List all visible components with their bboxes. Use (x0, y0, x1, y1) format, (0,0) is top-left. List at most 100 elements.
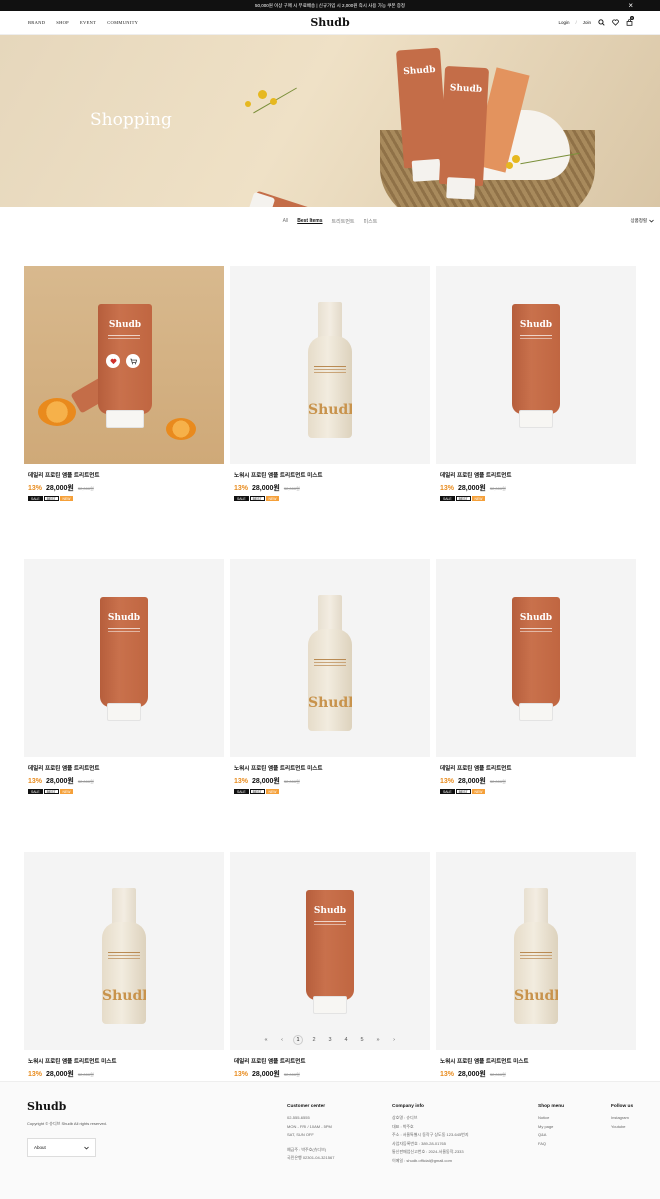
product-name[interactable]: 노워시 프로틴 앰플 트리트먼트 미스트 (230, 764, 430, 772)
sale-price: 28,000원 (252, 778, 280, 785)
discount-rate: 13% (234, 485, 249, 492)
footer-link-notice[interactable]: Notice (538, 1114, 564, 1123)
product-thumbnail[interactable]: Shudb (436, 559, 636, 757)
sort-dropdown[interactable]: 상품정렬 (630, 218, 654, 224)
customer-center: Customer center 02-555-6555 MON - FRI / … (287, 1103, 334, 1163)
bag-icon[interactable]: 0 (625, 16, 634, 26)
footer-line: 국민은행 02301-04-321567 (287, 1155, 335, 1160)
page-1[interactable]: 1 (293, 1035, 303, 1045)
tab-mist[interactable]: 미스트 (364, 218, 378, 228)
product-thumbnail[interactable]: Shudb (436, 852, 636, 1050)
badge-group: SALEBESTNEW (24, 789, 224, 794)
wishlist-button[interactable] (106, 354, 120, 368)
sale-price: 28,000원 (458, 1071, 486, 1078)
product-thumbnail[interactable]: Shudb (436, 266, 636, 464)
add-to-cart-button[interactable] (126, 354, 140, 368)
heart-icon[interactable] (611, 18, 619, 26)
product-card[interactable]: Shudb 데일리 프로틴 앰플 트리트먼트 13% 28,000원 32,00… (24, 266, 224, 501)
page-2[interactable]: 2 (309, 1035, 319, 1045)
badge-new: NEW (471, 789, 486, 794)
customer-center-title: Customer center (287, 1104, 326, 1109)
product-thumbnail[interactable]: Shudb (24, 852, 224, 1050)
tab-all[interactable]: All (283, 218, 289, 228)
footer-link-faq[interactable]: FAQ (538, 1140, 564, 1149)
badge-best: BEST (43, 496, 59, 501)
product-card[interactable]: Shudb 노워시 프로틴 앰플 트리트먼트 미스트 13% 28,000원 3… (230, 559, 430, 794)
join-link[interactable]: Join (583, 20, 591, 25)
product-card[interactable]: Shudb 노워시 프로틴 앰플 트리트먼트 미스트 13% 28,000원 3… (24, 852, 224, 1087)
sale-price: 28,000원 (46, 485, 74, 492)
product-name[interactable]: 데일리 프로틴 앰플 트리트먼트 (24, 471, 224, 479)
product-grid: Shudb 데일리 프로틴 앰플 트리트먼트 13% 28,000원 32,00… (24, 266, 636, 1087)
product-thumbnail[interactable]: Shudb (230, 852, 430, 1050)
copyright: Copyright © 슈디브 Shudb All rights reserve… (27, 1121, 108, 1126)
product-card[interactable]: Shudb 데일리 프로틴 앰플 트리트먼트 13% 28,000원 32,00… (24, 559, 224, 794)
bottle-product-image: Shudb (514, 888, 558, 1024)
footer-logo[interactable]: Shudb (27, 1100, 66, 1113)
product-thumbnail[interactable]: Shudb (24, 559, 224, 757)
footer-line: SAT, SUN OFF (287, 1132, 314, 1137)
price-row: 13% 28,000원 32,000원 (436, 1069, 636, 1079)
product-card[interactable]: Shudb 데일리 프로틴 앰플 트리트먼트 13% 28,000원 32,00… (230, 852, 430, 1087)
product-image: Shudb (438, 65, 490, 200)
product-name[interactable]: 데일리 프로틴 앰플 트리트먼트 (230, 1057, 430, 1065)
product-name[interactable]: 데일리 프로틴 앰플 트리트먼트 (436, 764, 636, 772)
next-page-button[interactable]: » (373, 1035, 383, 1045)
product-brand: Shudb (514, 988, 558, 1004)
footer-line: 이메일 : shudb.official@gmail.com (392, 1157, 452, 1163)
original-price: 32,000원 (489, 1072, 506, 1077)
product-brand: Shudb (519, 320, 553, 330)
chevron-down-icon (649, 219, 654, 223)
price-row: 13% 28,000원 32,000원 (230, 1069, 430, 1079)
discount-rate: 13% (28, 485, 43, 492)
product-name[interactable]: 노워시 프로틴 앰플 트리트먼트 미스트 (436, 1057, 636, 1065)
product-brand: Shudb (108, 320, 142, 330)
last-page-button[interactable]: › (389, 1035, 399, 1045)
price-row: 13% 28,000원 32,000원 (436, 483, 636, 493)
pagination: « ‹ 1 2 3 4 5 » › (0, 1035, 660, 1045)
footer-line: 02-555-6555 (287, 1115, 310, 1120)
product-thumbnail[interactable]: Shudb (24, 266, 224, 464)
tab-best-items[interactable]: Best Items (297, 218, 322, 228)
header-utilities: Login / Join 0 (558, 16, 634, 26)
prev-page-button[interactable]: ‹ (277, 1035, 287, 1045)
tab-treatment[interactable]: 트리트먼트 (332, 218, 355, 228)
first-page-button[interactable]: « (261, 1035, 271, 1045)
product-card[interactable]: Shudb 데일리 프로틴 앰플 트리트먼트 13% 28,000원 32,00… (436, 559, 636, 794)
product-card[interactable]: Shudb 데일리 프로틴 앰플 트리트먼트 13% 28,000원 32,00… (436, 266, 636, 501)
page-3[interactable]: 3 (325, 1035, 335, 1045)
login-link[interactable]: Login (558, 20, 569, 25)
sale-price: 28,000원 (252, 1071, 280, 1078)
footer-link-qna[interactable]: Q&A (538, 1131, 564, 1140)
discount-rate: 13% (28, 778, 43, 785)
product-brand: Shudb (102, 988, 146, 1004)
product-card[interactable]: Shudb 노워시 프로틴 앰플 트리트먼트 미스트 13% 28,000원 3… (230, 266, 430, 501)
product-name[interactable]: 노워시 프로틴 앰플 트리트먼트 미스트 (230, 471, 430, 479)
close-icon[interactable]: × (628, 1, 633, 10)
footer-link-mypage[interactable]: My page (538, 1123, 564, 1132)
page-5[interactable]: 5 (357, 1035, 367, 1045)
badge-group: SALEBESTNEW (436, 789, 636, 794)
product-thumbnail[interactable]: Shudb (230, 559, 430, 757)
original-price: 32,000원 (283, 779, 300, 784)
footer-about-select[interactable]: About (27, 1138, 96, 1157)
flower-decoration (270, 98, 277, 105)
product-name[interactable]: 노워시 프로틴 앰플 트리트먼트 미스트 (24, 1057, 224, 1065)
hero-banner: Shopping Shudb Shudb (0, 35, 660, 207)
discount-rate: 13% (440, 1071, 455, 1078)
search-icon[interactable] (597, 18, 605, 26)
badge-best: BEST (455, 789, 471, 794)
product-name[interactable]: 데일리 프로틴 앰플 트리트먼트 (24, 764, 224, 772)
original-price: 32,000원 (77, 1072, 94, 1077)
product-brand: Shudb (313, 906, 347, 916)
footer-link-youtube[interactable]: Youtube (611, 1123, 633, 1132)
product-thumbnail[interactable]: Shudb (230, 266, 430, 464)
cart-icon (129, 358, 137, 364)
product-brand: Shudb (308, 695, 352, 711)
badge-sale: SALE (440, 496, 455, 501)
product-name[interactable]: 데일리 프로틴 앰플 트리트먼트 (436, 471, 636, 479)
product-card[interactable]: Shudb 노워시 프로틴 앰플 트리트먼트 미스트 13% 28,000원 3… (436, 852, 636, 1087)
badge-sale: SALE (28, 789, 43, 794)
footer-link-instagram[interactable]: Instagram (611, 1114, 633, 1123)
page-4[interactable]: 4 (341, 1035, 351, 1045)
